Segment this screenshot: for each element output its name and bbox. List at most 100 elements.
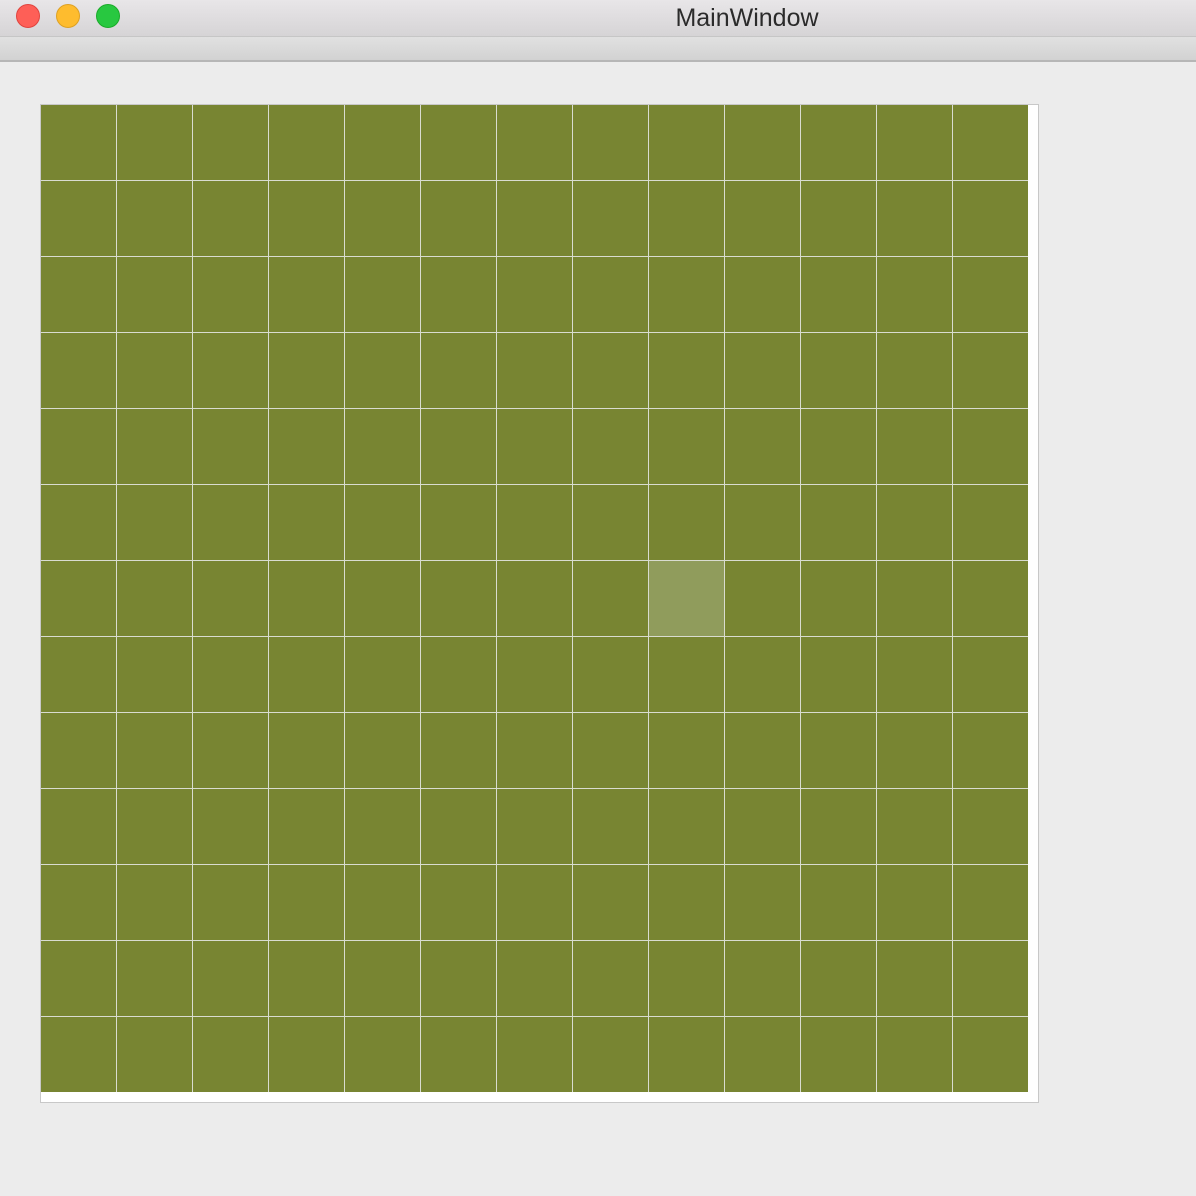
grid-cell[interactable]	[193, 181, 268, 256]
grid-cell[interactable]	[649, 181, 724, 256]
grid-cell[interactable]	[725, 865, 800, 940]
grid-cell[interactable]	[801, 789, 876, 864]
grid-cell[interactable]	[421, 409, 496, 484]
grid-cell[interactable]	[953, 637, 1028, 712]
grid-cell[interactable]	[497, 485, 572, 560]
grid-cell[interactable]	[41, 1017, 116, 1092]
grid-cell[interactable]	[421, 561, 496, 636]
grid-cell[interactable]	[269, 941, 344, 1016]
grid-cell[interactable]	[801, 1017, 876, 1092]
grid-cell[interactable]	[269, 865, 344, 940]
grid-cell[interactable]	[117, 105, 192, 180]
grid-cell[interactable]	[801, 333, 876, 408]
grid-cell[interactable]	[41, 257, 116, 332]
grid-cell[interactable]	[345, 485, 420, 560]
grid-cell[interactable]	[877, 105, 952, 180]
grid-cell[interactable]	[573, 865, 648, 940]
grid-cell[interactable]	[345, 1017, 420, 1092]
grid-cell[interactable]	[953, 333, 1028, 408]
grid-cell[interactable]	[801, 105, 876, 180]
grid-cell[interactable]	[573, 941, 648, 1016]
grid-cell[interactable]	[649, 485, 724, 560]
grid-cell[interactable]	[421, 485, 496, 560]
grid-cell[interactable]	[953, 257, 1028, 332]
grid-cell[interactable]	[269, 561, 344, 636]
grid-cell[interactable]	[725, 333, 800, 408]
grid-cell[interactable]	[41, 941, 116, 1016]
grid-cell[interactable]	[953, 409, 1028, 484]
grid-cell[interactable]	[193, 637, 268, 712]
grid-cell[interactable]	[117, 865, 192, 940]
grid-cell[interactable]	[345, 637, 420, 712]
grid-cell[interactable]	[345, 257, 420, 332]
grid-cell[interactable]	[269, 637, 344, 712]
grid-cell[interactable]	[345, 409, 420, 484]
grid-cell[interactable]	[41, 865, 116, 940]
grid-cell[interactable]	[801, 257, 876, 332]
grid-cell[interactable]	[573, 1017, 648, 1092]
grid-cell[interactable]	[41, 789, 116, 864]
grid-cell[interactable]	[497, 865, 572, 940]
grid-cell[interactable]	[953, 1017, 1028, 1092]
grid-cell[interactable]	[497, 789, 572, 864]
grid-cell[interactable]	[497, 637, 572, 712]
title-bar[interactable]: MainWindow	[0, 0, 1196, 36]
grid-cell[interactable]	[421, 637, 496, 712]
grid-cell[interactable]	[801, 485, 876, 560]
grid-cell[interactable]	[801, 637, 876, 712]
grid-cell[interactable]	[269, 789, 344, 864]
grid-cell[interactable]	[41, 485, 116, 560]
grid-cell[interactable]	[877, 409, 952, 484]
grid-cell[interactable]	[345, 105, 420, 180]
grid-cell[interactable]	[953, 105, 1028, 180]
grid-cell[interactable]	[573, 561, 648, 636]
grid-cell[interactable]	[573, 713, 648, 788]
grid-cell[interactable]	[269, 333, 344, 408]
grid-cell[interactable]	[953, 865, 1028, 940]
grid-cell[interactable]	[649, 865, 724, 940]
grid-cell[interactable]	[193, 789, 268, 864]
grid-cell[interactable]	[269, 485, 344, 560]
grid-cell[interactable]	[421, 789, 496, 864]
grid-cell[interactable]	[573, 789, 648, 864]
grid-cell[interactable]	[877, 865, 952, 940]
grid-cell[interactable]	[117, 637, 192, 712]
grid-cell[interactable]	[193, 941, 268, 1016]
grid-cell[interactable]	[877, 713, 952, 788]
grid-cell[interactable]	[725, 485, 800, 560]
grid-cell[interactable]	[421, 941, 496, 1016]
grid-cell[interactable]	[953, 713, 1028, 788]
grid-cell[interactable]	[193, 1017, 268, 1092]
grid-cell[interactable]	[345, 789, 420, 864]
grid-cell[interactable]	[877, 1017, 952, 1092]
grid-cell[interactable]	[573, 181, 648, 256]
grid-cell[interactable]	[877, 333, 952, 408]
grid-cell[interactable]	[193, 333, 268, 408]
grid-cell[interactable]	[573, 105, 648, 180]
grid-cell[interactable]	[345, 713, 420, 788]
grid-cell[interactable]	[877, 561, 952, 636]
grid-cell[interactable]	[725, 1017, 800, 1092]
grid-cell[interactable]	[877, 789, 952, 864]
grid-cell[interactable]	[725, 713, 800, 788]
grid-cell[interactable]	[193, 257, 268, 332]
grid-cell[interactable]	[193, 713, 268, 788]
grid-cell[interactable]	[953, 941, 1028, 1016]
grid-cell[interactable]	[725, 789, 800, 864]
grid-cell[interactable]	[497, 105, 572, 180]
grid-cell[interactable]	[649, 941, 724, 1016]
grid-cell[interactable]	[877, 181, 952, 256]
grid-cell[interactable]	[421, 865, 496, 940]
grid-cell[interactable]	[725, 561, 800, 636]
grid-cell[interactable]	[877, 485, 952, 560]
grid-cell[interactable]	[953, 485, 1028, 560]
grid-cell[interactable]	[497, 713, 572, 788]
grid-cell[interactable]	[193, 865, 268, 940]
grid-cell[interactable]	[497, 181, 572, 256]
grid-cell[interactable]	[193, 561, 268, 636]
grid-cell[interactable]	[117, 561, 192, 636]
grid-cell[interactable]	[725, 105, 800, 180]
grid-cell[interactable]	[41, 713, 116, 788]
grid-cell[interactable]	[725, 181, 800, 256]
grid-cell[interactable]	[345, 865, 420, 940]
